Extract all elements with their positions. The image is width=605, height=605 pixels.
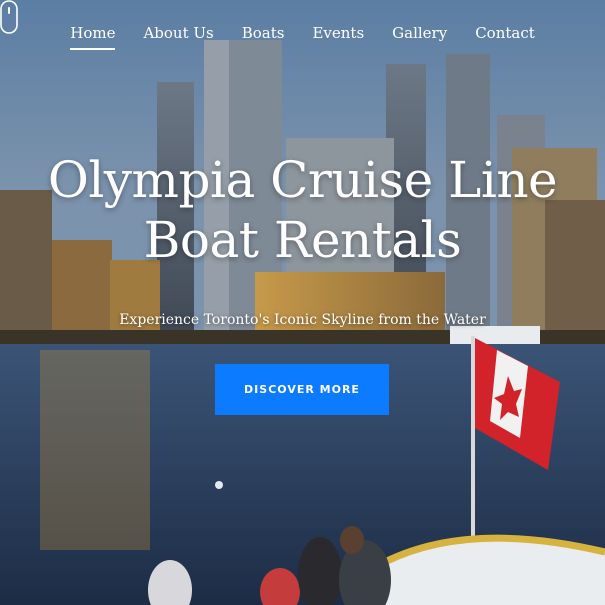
hero-title-line-1: Olympia Cruise Line [47, 151, 558, 209]
nav-link-gallery[interactable]: Gallery [378, 22, 461, 44]
nav-link-contact[interactable]: Contact [461, 22, 549, 44]
hero-background-photo [0, 0, 605, 605]
hero-subtitle: Experience Toronto's Iconic Skyline from… [119, 312, 486, 328]
main-navigation: Home About Us Boats Events Gallery Conta… [0, 22, 605, 50]
nav-link-about-us[interactable]: About Us [129, 22, 227, 44]
nav-link-boats[interactable]: Boats [228, 22, 299, 44]
hero-section: Home About Us Boats Events Gallery Conta… [0, 0, 605, 605]
mouse-scroll-icon[interactable] [0, 0, 18, 34]
discover-more-button[interactable]: DISCOVER MORE [215, 364, 389, 415]
slider-dot-icon[interactable] [215, 481, 223, 489]
nav-link-home[interactable]: Home [56, 22, 129, 50]
nav-link-events[interactable]: Events [298, 22, 378, 44]
hero-title-line-2: Boat Rentals [143, 211, 462, 269]
hero-title: Olympia Cruise Line Boat Rentals [0, 150, 605, 270]
